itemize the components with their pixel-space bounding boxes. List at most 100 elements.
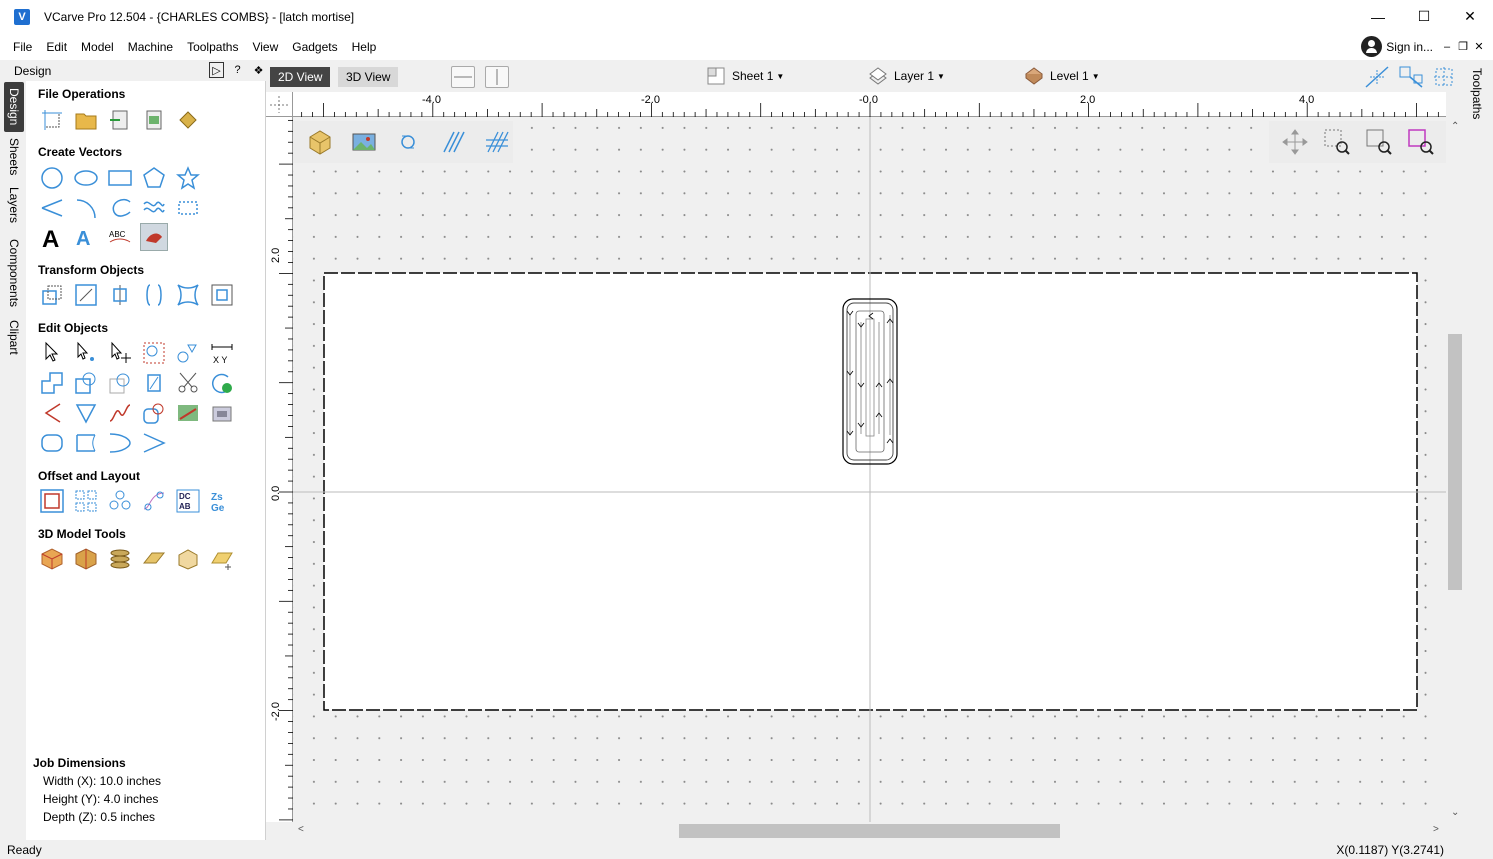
- drawing-canvas[interactable]: [293, 117, 1446, 822]
- help-icon[interactable]: ?: [230, 62, 245, 78]
- import-vectors-icon[interactable]: [106, 106, 134, 134]
- split-vertical-icon[interactable]: [485, 66, 509, 88]
- rectangle-tool-icon[interactable]: [106, 164, 134, 192]
- polygon-tool-icon[interactable]: [140, 164, 168, 192]
- trace-bitmap-icon[interactable]: [140, 223, 168, 251]
- open-file-icon[interactable]: [72, 106, 100, 134]
- trim-curve-icon[interactable]: [106, 429, 134, 457]
- menu-model[interactable]: Model: [74, 40, 121, 54]
- rounded-shape-icon[interactable]: [38, 429, 66, 457]
- chevron-vector-icon[interactable]: [140, 429, 168, 457]
- panel-toggle-icon[interactable]: ▷: [209, 62, 224, 78]
- snap-to-grid-icon[interactable]: [1364, 65, 1390, 89]
- node-edit-icon[interactable]: [72, 339, 100, 367]
- layout-labels-icon[interactable]: DC AB: [174, 487, 202, 515]
- text-tool-icon[interactable]: A: [38, 223, 66, 251]
- horizontal-scrollbar[interactable]: < >: [293, 822, 1446, 840]
- scroll-right-arrow[interactable]: >: [1433, 824, 1439, 835]
- user-account-icon[interactable]: [1361, 36, 1383, 57]
- center-in-material-icon[interactable]: [208, 281, 236, 309]
- group-objects-icon[interactable]: [140, 339, 168, 367]
- dimension-tool-icon[interactable]: [174, 194, 202, 222]
- horizontal-scroll-thumb[interactable]: [679, 824, 1060, 838]
- ellipse-tool-icon[interactable]: [72, 164, 100, 192]
- maximize-button[interactable]: ☐: [1401, 0, 1447, 33]
- polyline-tool-icon[interactable]: [38, 194, 66, 222]
- circle-tool-icon[interactable]: [38, 164, 66, 192]
- trace-edges-icon[interactable]: [174, 399, 202, 427]
- snap-to-object-icon[interactable]: [1398, 65, 1424, 89]
- zoom-selection-icon[interactable]: [1405, 126, 1437, 158]
- menu-machine[interactable]: Machine: [121, 40, 180, 54]
- transform-mode-icon[interactable]: [106, 339, 134, 367]
- import-bitmap-icon[interactable]: [140, 106, 168, 134]
- toggle-grid-icon[interactable]: [1432, 65, 1458, 89]
- smart-delete-icon[interactable]: [72, 399, 100, 427]
- overlap-vectors-icon[interactable]: [140, 369, 168, 397]
- curve-tool-icon[interactable]: [106, 194, 134, 222]
- slice-model-icon[interactable]: [140, 545, 168, 573]
- arc-tool-icon[interactable]: [72, 194, 100, 222]
- tab-clipart[interactable]: Clipart: [4, 316, 24, 358]
- import-component-icon[interactable]: [174, 106, 202, 134]
- split-horizontal-icon[interactable]: [451, 66, 475, 88]
- select-tool-icon[interactable]: [38, 339, 66, 367]
- set-size-icon[interactable]: [72, 281, 100, 309]
- mdi-close-button[interactable]: ✕: [1471, 40, 1487, 53]
- array-copy-icon[interactable]: [72, 487, 100, 515]
- tab-components[interactable]: Components: [4, 234, 24, 312]
- sheet-dropdown[interactable]: Sheet 1 ▼: [706, 66, 784, 86]
- position-model-icon[interactable]: [174, 545, 202, 573]
- scroll-down-arrow[interactable]: ⌄: [1451, 807, 1459, 818]
- minimize-button[interactable]: —: [1355, 0, 1401, 33]
- node-snap-icon[interactable]: [391, 125, 425, 159]
- menu-toolpaths[interactable]: Toolpaths: [180, 40, 245, 54]
- pan-icon[interactable]: [1279, 126, 1311, 158]
- tab-design[interactable]: Design: [4, 82, 24, 132]
- toolpaths-panel-tab[interactable]: Toolpaths: [1466, 60, 1493, 160]
- job-setup-icon[interactable]: [38, 106, 66, 134]
- vertical-scrollbar[interactable]: ⌃ ⌄: [1446, 117, 1466, 822]
- tab-3d-view[interactable]: 3D View: [338, 67, 399, 87]
- menu-gadgets[interactable]: Gadgets: [285, 40, 344, 54]
- mirror-tool-icon[interactable]: [140, 281, 168, 309]
- stack-3d-icon[interactable]: [106, 545, 134, 573]
- join-vectors-icon[interactable]: [38, 399, 66, 427]
- tab-sheets[interactable]: Sheets: [4, 136, 24, 178]
- material-setup-icon[interactable]: [303, 125, 337, 159]
- circular-array-icon[interactable]: [106, 487, 134, 515]
- clipart-3d-icon[interactable]: [72, 545, 100, 573]
- menu-view[interactable]: View: [245, 40, 285, 54]
- tab-2d-view[interactable]: 2D View: [270, 67, 331, 87]
- fit-curves-icon[interactable]: [140, 194, 168, 222]
- align-objects-icon[interactable]: [106, 281, 134, 309]
- bitmap-visibility-icon[interactable]: [347, 125, 381, 159]
- distort-tool-icon[interactable]: [174, 281, 202, 309]
- intersect-vectors-icon[interactable]: [106, 369, 134, 397]
- pin-icon[interactable]: ❖: [251, 62, 266, 78]
- toolpath-stepover-icon[interactable]: [479, 125, 513, 159]
- star-tool-icon[interactable]: [174, 164, 202, 192]
- layer-dropdown[interactable]: Layer 1 ▼: [868, 66, 945, 86]
- measure-tool-icon[interactable]: X Y: [208, 339, 236, 367]
- menu-edit[interactable]: Edit: [39, 40, 74, 54]
- scroll-up-arrow[interactable]: ⌃: [1451, 121, 1459, 132]
- text-on-curve-icon[interactable]: ABC: [106, 223, 134, 251]
- ungroup-objects-icon[interactable]: [174, 339, 202, 367]
- create-3d-model-icon[interactable]: [38, 545, 66, 573]
- model-texture-icon[interactable]: [208, 545, 236, 573]
- mdi-restore-button[interactable]: ❐: [1455, 40, 1471, 53]
- close-vectors-icon[interactable]: [208, 369, 236, 397]
- menu-help[interactable]: Help: [345, 40, 384, 54]
- extend-vector-icon[interactable]: [72, 429, 100, 457]
- vertical-scroll-thumb[interactable]: [1448, 334, 1462, 590]
- zoom-all-icon[interactable]: [1363, 126, 1395, 158]
- mdi-minimize-button[interactable]: –: [1439, 41, 1455, 53]
- auto-layout-text-icon[interactable]: A: [72, 223, 100, 251]
- subtract-vectors-icon[interactable]: [72, 369, 100, 397]
- sign-in-link[interactable]: Sign in...: [1386, 40, 1433, 54]
- trim-vectors-icon[interactable]: [174, 369, 202, 397]
- menu-file[interactable]: File: [6, 40, 39, 54]
- tab-layers[interactable]: Layers: [4, 184, 24, 226]
- offset-vectors-icon[interactable]: [38, 487, 66, 515]
